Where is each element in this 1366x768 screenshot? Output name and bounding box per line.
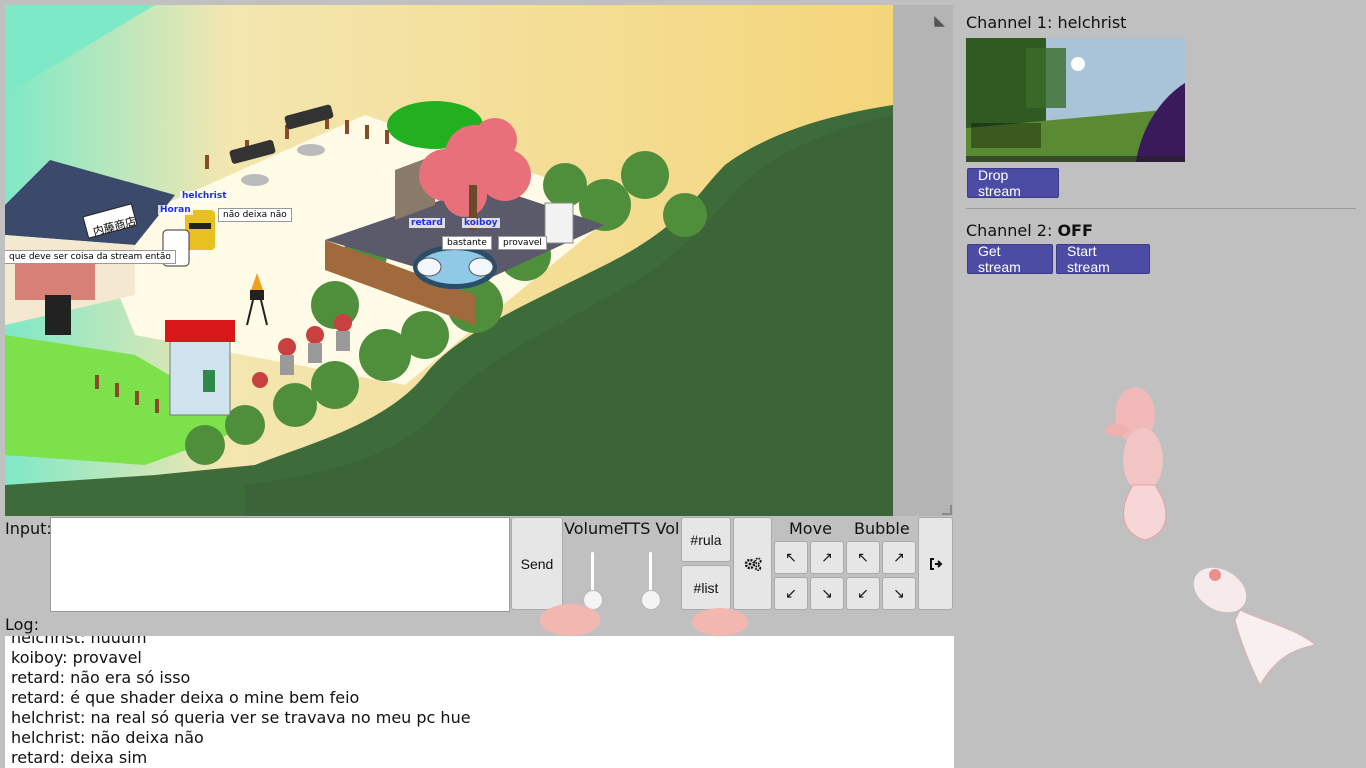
volume-label: Volume [564,519,624,538]
name-tag-horan: Horan [158,205,193,215]
bubble-down-right-button[interactable]: ↘ [882,577,916,610]
goldfish-decoration-icon [540,604,748,636]
drop-stream-button[interactable]: Drop stream [967,167,1059,199]
logout-button[interactable] [918,517,953,610]
tts-volume-label: TTS Vol. [621,519,685,538]
panel-divider [966,208,1356,209]
channel1-user: helchrist [1057,13,1127,32]
game-gutter: ◣ [893,5,953,516]
channel2-title: Channel 2: OFF [966,221,1093,240]
channel2-status: OFF [1057,221,1093,240]
log-line: helchrist: huuum [11,636,147,647]
get-stream-button[interactable]: Get stream [967,243,1053,275]
channel1-title: Channel 1: helchrist [966,13,1126,32]
log-line: helchrist: na real só queria ver se trav… [11,708,471,727]
log-label: Log: [5,615,39,634]
bubble-up-right-button[interactable]: ↗ [882,541,916,574]
rula-button[interactable]: #rula [681,517,731,562]
bubble-down-left-button[interactable]: ↙ [846,577,880,610]
name-tag-retard: retard [409,218,445,228]
input-label: Input: [5,519,52,538]
stream-preview-image [966,38,1185,162]
channel1-label: Channel 1: [966,13,1058,32]
name-tag-koiboy: koiboy [462,218,500,228]
move-down-right-button[interactable]: ↘ [810,577,844,610]
goldfish-decoration-icon [1105,387,1167,541]
avatar-koiboy[interactable] [468,257,494,277]
channel2-label: Channel 2: [966,221,1058,240]
bubble-horan: que deve ser coisa da stream então [5,250,176,264]
expand-arrow-icon[interactable]: ◣ [934,13,945,29]
name-tag-helchrist: helchrist [180,191,229,201]
bubble-up-left-button[interactable]: ↖ [846,541,880,574]
bubble-helchrist: não deixa não [218,208,292,222]
gears-icon [744,556,762,571]
channel1-stream-video[interactable] [966,38,1185,162]
move-down-left-button[interactable]: ↙ [774,577,808,610]
move-up-left-button[interactable]: ↖ [774,541,808,574]
logout-icon [929,557,942,570]
game-canvas[interactable]: 内藤商店 helchrist não deixa não Horan que d… [5,5,893,516]
bubble-koiboy: provavel [498,236,547,250]
chat-input[interactable] [50,517,510,612]
settings-button[interactable] [733,517,772,610]
move-up-right-button[interactable]: ↗ [810,541,844,574]
move-label: Move [789,519,832,538]
log-line: retard: deixa sim [11,748,148,767]
bubble-label: Bubble [854,519,910,538]
log-line: helchrist: não deixa não [11,728,204,747]
goldfish-decoration-icon [1193,567,1317,687]
bubble-retard: bastante [442,236,492,250]
start-stream-button[interactable]: Start stream [1056,243,1150,275]
chat-log[interactable]: helchrist: huuum koiboy: provavel retard… [5,636,954,768]
log-line: koiboy: provavel [11,648,142,667]
send-button[interactable]: Send [511,517,563,610]
avatar-retard[interactable] [416,257,442,277]
log-line: retard: não era só isso [11,668,191,687]
log-line: retard: é que shader deixa o mine bem fe… [11,688,360,707]
resize-handle-icon[interactable] [942,505,952,515]
